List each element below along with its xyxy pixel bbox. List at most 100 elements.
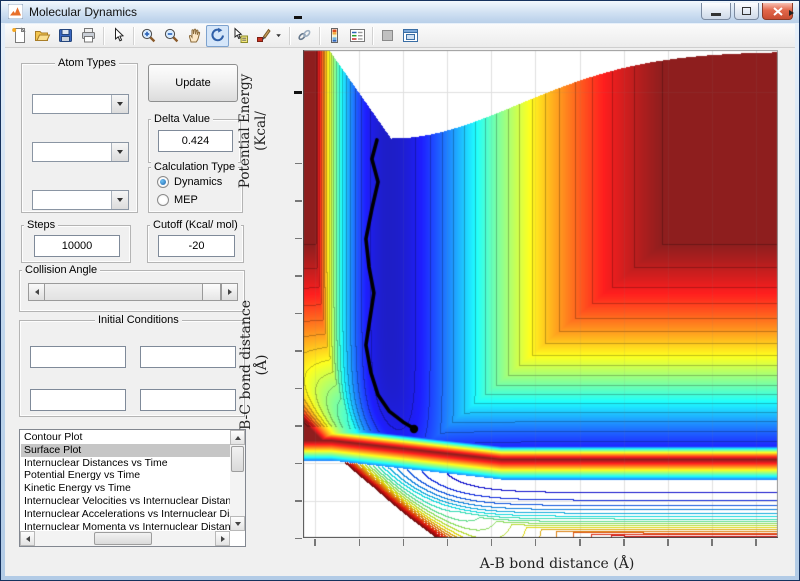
radio-mep[interactable]: MEP bbox=[157, 194, 198, 206]
insert-colorbar-icon bbox=[326, 27, 343, 44]
bc-distance-a--field[interactable] bbox=[30, 389, 126, 411]
ab-momentum-field[interactable] bbox=[140, 346, 236, 368]
zoom-in-button[interactable] bbox=[137, 25, 160, 47]
x-tick-mark bbox=[535, 539, 537, 546]
steps-panel: Steps bbox=[21, 225, 131, 263]
y-tick-mark bbox=[295, 538, 302, 540]
slider-thumb[interactable] bbox=[202, 283, 221, 301]
radio-dynamics[interactable]: Dynamics bbox=[157, 176, 222, 188]
toolbar-separator bbox=[100, 26, 107, 46]
zoom-out-icon bbox=[163, 27, 180, 44]
list-item[interactable]: Kinetic Energy vs Time bbox=[21, 482, 230, 495]
list-item[interactable]: Internuclear Accelerations vs Internucle… bbox=[21, 508, 230, 521]
down-arrow-icon bbox=[235, 522, 241, 526]
toolbar-separator bbox=[316, 26, 323, 46]
dropdown-button[interactable] bbox=[111, 191, 128, 209]
list-item[interactable]: Surface Plot bbox=[21, 444, 230, 457]
ab-distance-a--field[interactable] bbox=[30, 346, 126, 368]
vscroll-down-button[interactable] bbox=[230, 516, 245, 531]
update-button[interactable]: Update bbox=[148, 64, 238, 102]
steps-field[interactable] bbox=[34, 235, 120, 257]
y-tick-mark bbox=[295, 425, 302, 427]
new-figure-button[interactable] bbox=[8, 25, 31, 47]
x-tick-mark bbox=[711, 539, 713, 546]
zoom-in-icon bbox=[140, 27, 157, 44]
data-cursor-icon bbox=[232, 27, 249, 44]
radio-mep-label: MEP bbox=[174, 194, 198, 206]
atom-c-dropdown[interactable] bbox=[32, 190, 129, 210]
listbox-hscrollbar bbox=[20, 531, 230, 546]
list-item[interactable]: Internuclear Distances vs Time bbox=[21, 457, 230, 470]
brush-button[interactable] bbox=[252, 25, 275, 47]
pan-icon bbox=[186, 27, 203, 44]
radio-dynamics-label: Dynamics bbox=[174, 176, 222, 188]
bc-momentum-field[interactable] bbox=[140, 389, 236, 411]
left-arrow-icon bbox=[35, 289, 39, 295]
insert-colorbar-button[interactable] bbox=[323, 25, 346, 47]
open-file-button[interactable] bbox=[31, 25, 54, 47]
edit-plot-button[interactable] bbox=[107, 25, 130, 47]
rotate-3d-icon bbox=[209, 27, 226, 44]
calculation-type-title: Calculation Type bbox=[151, 161, 238, 173]
dropdown-button[interactable] bbox=[111, 95, 128, 113]
list-item[interactable]: Potential Energy vs Time bbox=[21, 469, 230, 482]
slider-left-arrow[interactable] bbox=[28, 283, 45, 301]
y-tick-mark bbox=[295, 350, 302, 352]
hscroll-left-button[interactable] bbox=[20, 531, 35, 546]
y-tick-mark bbox=[295, 463, 302, 465]
zoom-out-button[interactable] bbox=[160, 25, 183, 47]
pes-surface-plot-canvas[interactable] bbox=[303, 50, 778, 538]
slider-right-arrow[interactable] bbox=[221, 283, 238, 301]
delta-value-title: Delta Value bbox=[151, 113, 213, 125]
print-figure-button[interactable] bbox=[77, 25, 100, 47]
toolbar-overflow-icon[interactable] bbox=[789, 10, 794, 16]
cutoff-field[interactable] bbox=[158, 235, 235, 257]
pan-button[interactable] bbox=[183, 25, 206, 47]
radio-mep-dot bbox=[157, 194, 169, 206]
atom-b-dropdown[interactable] bbox=[32, 142, 129, 162]
dropdown-button[interactable] bbox=[111, 143, 128, 161]
list-item[interactable]: Contour Plot bbox=[21, 431, 230, 444]
right-arrow-icon bbox=[221, 536, 225, 542]
delta-value-field[interactable] bbox=[158, 130, 233, 152]
print-figure-icon bbox=[80, 27, 97, 44]
initial-conditions-panel: Initial Conditions bbox=[19, 320, 245, 417]
left-arrow-icon bbox=[26, 536, 30, 542]
maximize-button[interactable] bbox=[734, 3, 759, 20]
show-plot-tools-button[interactable] bbox=[399, 25, 422, 47]
minimize-icon bbox=[711, 13, 721, 16]
hide-plot-tools-button[interactable] bbox=[376, 25, 399, 47]
rotate-3d-button[interactable] bbox=[206, 25, 229, 47]
y-tick-mark bbox=[295, 500, 302, 502]
hscroll-right-button[interactable] bbox=[215, 531, 230, 546]
collision-angle-title: Collision Angle bbox=[22, 264, 100, 276]
link-plot-button[interactable] bbox=[293, 25, 316, 47]
minimize-button[interactable] bbox=[701, 3, 731, 20]
vscroll-thumb[interactable] bbox=[231, 446, 244, 472]
steps-title: Steps bbox=[24, 219, 58, 231]
x-tick-mark bbox=[755, 539, 757, 546]
hscroll-thumb[interactable] bbox=[94, 532, 152, 545]
cutoff-panel: Cutoff (Kcal/ mol) bbox=[147, 225, 244, 263]
chevron-down-icon bbox=[117, 150, 123, 154]
x-axis-label: A-B bond distance (Å) bbox=[437, 556, 677, 572]
link-plot-icon bbox=[296, 27, 313, 44]
brush-dropdown-button[interactable] bbox=[275, 25, 286, 47]
toolbar-separator bbox=[286, 26, 293, 46]
save-figure-button[interactable] bbox=[54, 25, 77, 47]
atom-a-dropdown[interactable] bbox=[32, 94, 129, 114]
insert-legend-button[interactable] bbox=[346, 25, 369, 47]
collision-angle-slider bbox=[28, 283, 238, 301]
toolbar-separator bbox=[130, 26, 137, 46]
matlab-logo-icon bbox=[8, 4, 23, 19]
z-tick-mark bbox=[294, 91, 302, 94]
list-item[interactable]: Internuclear Velocities vs Internuclear … bbox=[21, 495, 230, 508]
brush-dropdown-icon bbox=[275, 27, 286, 44]
close-icon bbox=[773, 7, 783, 16]
y-tick-mark bbox=[295, 163, 302, 165]
x-tick-mark bbox=[667, 539, 669, 546]
new-figure-icon bbox=[11, 27, 28, 44]
open-file-icon bbox=[34, 27, 51, 44]
data-cursor-button[interactable] bbox=[229, 25, 252, 47]
atom-types-title: Atom Types bbox=[55, 57, 119, 69]
